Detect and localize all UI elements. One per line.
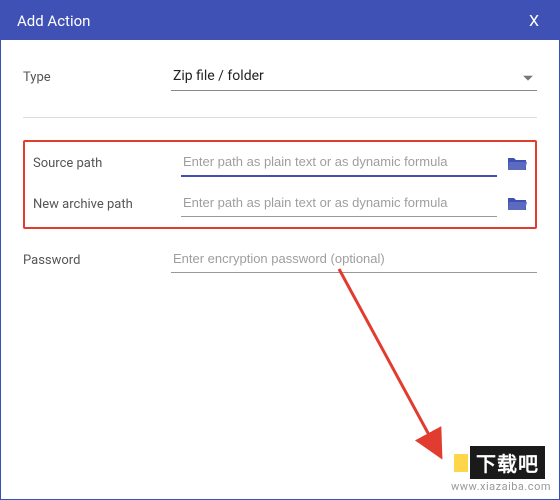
dialog-titlebar: Add Action X [1, 1, 559, 40]
archive-path-field [181, 191, 527, 217]
source-path-label: Source path [33, 156, 181, 171]
type-row: Type Zip file / folder [23, 64, 537, 91]
logo-text: 下载吧 [470, 446, 545, 479]
source-path-input[interactable] [181, 150, 497, 177]
close-button[interactable]: X [525, 11, 543, 30]
archive-path-row: New archive path [33, 191, 527, 217]
type-select[interactable]: Zip file / folder [171, 64, 537, 91]
source-path-field [181, 150, 527, 177]
archive-browse-button[interactable] [507, 196, 527, 212]
password-label: Password [23, 253, 171, 268]
site-logo: 下载吧 [454, 446, 545, 479]
folder-icon [507, 156, 527, 172]
highlighted-inputs: Source path New archive path [23, 140, 537, 229]
add-action-dialog: Add Action X Type Zip file / folder Sour… [0, 0, 560, 500]
annotation-arrow-icon [331, 261, 461, 481]
type-label: Type [23, 70, 171, 85]
dialog-title: Add Action [17, 12, 90, 30]
archive-path-label: New archive path [33, 197, 181, 212]
dialog-content: Type Zip file / folder Source path [1, 40, 559, 273]
archive-path-input[interactable] [181, 191, 497, 217]
watermark-text: www.xiazaiba.com [451, 480, 551, 493]
logo-square-icon [454, 454, 468, 472]
password-input[interactable] [171, 247, 537, 273]
divider [23, 117, 537, 118]
folder-icon [507, 196, 527, 212]
password-row: Password [23, 247, 537, 273]
source-browse-button[interactable] [507, 156, 527, 172]
source-path-row: Source path [33, 150, 527, 177]
type-field[interactable]: Zip file / folder [171, 64, 537, 91]
password-field [171, 247, 537, 273]
